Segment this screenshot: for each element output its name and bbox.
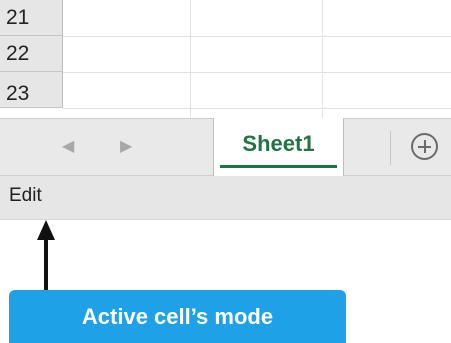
plus-circle-icon[interactable] <box>411 133 438 160</box>
sheet-tab-sheet1[interactable]: Sheet1 <box>213 118 344 176</box>
arrow-up-icon <box>37 220 55 240</box>
worksheet-grid: 21 22 23 <box>0 0 451 118</box>
cell-row[interactable] <box>63 36 451 73</box>
row-header-23[interactable]: 23 <box>0 72 63 108</box>
row-header-22[interactable]: 22 <box>0 36 63 72</box>
annotation-callout: Active cell’s mode <box>9 290 346 343</box>
tab-bar-divider <box>390 131 391 165</box>
row-header-21[interactable]: 21 <box>0 0 63 36</box>
active-tab-indicator <box>220 165 337 168</box>
chevron-left-icon[interactable]: ◀ <box>62 136 74 156</box>
cell-row[interactable] <box>63 0 451 37</box>
chevron-right-icon[interactable]: ▶ <box>120 136 132 156</box>
cell-row[interactable] <box>63 72 451 109</box>
status-mode-label: Edit <box>9 185 42 206</box>
sheet-tab-bar: ◀ ▶ Sheet1 <box>0 118 451 176</box>
annotation-arrow-line <box>44 238 48 291</box>
status-bar: Edit <box>0 176 451 220</box>
column-gridline <box>190 0 191 118</box>
column-gridline <box>322 0 323 118</box>
sheet-tab-label: Sheet1 <box>242 131 315 156</box>
